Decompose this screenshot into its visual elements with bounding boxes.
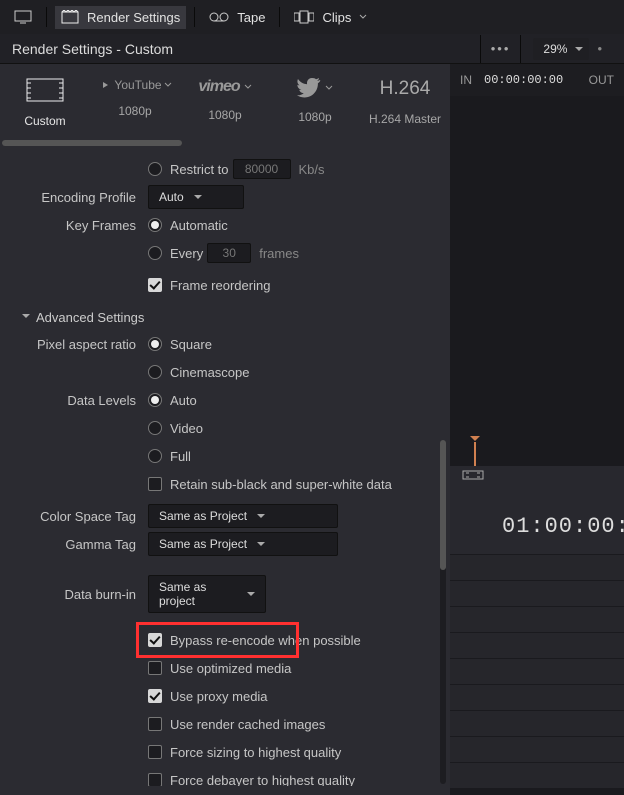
advanced-settings-label: Advanced Settings: [36, 310, 144, 325]
preset-sub: H.264 Master: [369, 112, 441, 126]
track-row[interactable]: [450, 684, 624, 710]
use-render-cached-check[interactable]: [148, 717, 162, 731]
track-row[interactable]: [450, 736, 624, 762]
preset-vimeo[interactable]: vimeo 1080p: [182, 78, 268, 128]
force-sizing-label: Force sizing to highest quality: [170, 745, 341, 760]
settings-scrollbar[interactable]: [440, 440, 446, 784]
more-button[interactable]: •••: [483, 37, 519, 60]
render-settings-label: Render Settings: [87, 10, 180, 25]
zoom-dot: •: [597, 41, 602, 56]
track-row[interactable]: [450, 554, 624, 580]
kf-every-radio[interactable]: [148, 246, 162, 260]
zoom-select[interactable]: 29%: [533, 38, 589, 60]
track-header-icon[interactable]: [462, 468, 492, 485]
preset-sub: 1080p: [298, 110, 331, 124]
data-burnin-select[interactable]: Same as project: [148, 575, 266, 613]
dl-full-label: Full: [170, 449, 191, 464]
color-space-tag-label: Color Space Tag: [8, 509, 148, 524]
kf-automatic-label: Automatic: [170, 218, 228, 233]
data-levels-label: Data Levels: [8, 393, 148, 408]
kf-automatic-radio[interactable]: [148, 218, 162, 232]
track-row[interactable]: [450, 606, 624, 632]
track-row[interactable]: [450, 632, 624, 658]
gamma-tag-select[interactable]: Same as Project: [148, 532, 338, 556]
restrict-to-radio[interactable]: [148, 162, 162, 176]
track-row[interactable]: [450, 762, 624, 788]
dl-video-radio[interactable]: [148, 421, 162, 435]
panel-title: Render Settings - Custom: [12, 41, 478, 57]
preset-label: Custom: [24, 114, 65, 128]
render-settings-tab[interactable]: Render Settings: [55, 6, 186, 29]
tape-tab[interactable]: Tape: [203, 6, 271, 29]
dl-video-label: Video: [170, 421, 203, 436]
preset-h264[interactable]: H.264 H.264 Master: [362, 78, 448, 128]
kf-every-input[interactable]: [207, 243, 251, 263]
par-cinemascope-radio[interactable]: [148, 365, 162, 379]
retain-subblack-check[interactable]: [148, 477, 162, 491]
restrict-to-label: Restrict to: [170, 162, 229, 177]
use-optimized-media-label: Use optimized media: [170, 661, 291, 676]
viewer[interactable]: 01:00:00:00: [450, 96, 624, 795]
playhead[interactable]: [474, 442, 476, 466]
force-debayer-label: Force debayer to highest quality: [170, 773, 355, 787]
encoding-profile-select[interactable]: Auto: [148, 185, 244, 209]
data-burnin-label: Data burn-in: [8, 587, 148, 602]
kbs-unit: Kb/s: [299, 162, 325, 177]
chevron-down-icon: [22, 314, 30, 322]
use-proxy-media-check[interactable]: [148, 689, 162, 703]
dl-auto-label: Auto: [170, 393, 197, 408]
track-row[interactable]: [450, 658, 624, 684]
preset-youtube[interactable]: YouTube 1080p: [92, 78, 178, 128]
use-optimized-media-check[interactable]: [148, 661, 162, 675]
track-row[interactable]: [450, 710, 624, 736]
use-render-cached-label: Use render cached images: [170, 717, 325, 732]
color-space-tag-select[interactable]: Same as Project: [148, 504, 338, 528]
frame-reordering-label: Frame reordering: [170, 278, 270, 293]
key-frames-label: Key Frames: [8, 218, 148, 233]
force-debayer-check[interactable]: [148, 773, 162, 786]
clips-tab[interactable]: Clips: [288, 6, 373, 29]
tape-label: Tape: [237, 10, 265, 25]
chevron-down-icon: [359, 13, 367, 21]
preset-custom[interactable]: Custom: [2, 78, 88, 128]
workspace-icon[interactable]: [8, 6, 38, 28]
retain-subblack-label: Retain sub-black and super-white data: [170, 477, 392, 492]
kf-every-label: Every: [170, 246, 203, 261]
preset-sub: 1080p: [208, 108, 241, 122]
dl-auto-radio[interactable]: [148, 393, 162, 407]
out-label: OUT: [589, 73, 614, 87]
bypass-reencode-check[interactable]: [148, 633, 162, 647]
timeline-timecode[interactable]: 01:00:00:00: [502, 514, 624, 539]
in-label: IN: [460, 73, 472, 87]
advanced-settings-toggle[interactable]: Advanced Settings: [22, 310, 432, 325]
frames-unit: frames: [259, 246, 299, 261]
par-label: Pixel aspect ratio: [8, 337, 148, 352]
clips-label: Clips: [322, 10, 351, 25]
encoding-profile-label: Encoding Profile: [8, 190, 148, 205]
gamma-tag-label: Gamma Tag: [8, 537, 148, 552]
par-square-radio[interactable]: [148, 337, 162, 351]
in-timecode[interactable]: 00:00:00:00: [484, 73, 563, 87]
par-cinemascope-label: Cinemascope: [170, 365, 250, 380]
bypass-reencode-label: Bypass re-encode when possible: [170, 633, 361, 648]
dl-full-radio[interactable]: [148, 449, 162, 463]
use-proxy-media-label: Use proxy media: [170, 689, 268, 704]
force-sizing-check[interactable]: [148, 745, 162, 759]
frame-reordering-check[interactable]: [148, 278, 162, 292]
restrict-to-input[interactable]: [233, 159, 291, 179]
par-square-label: Square: [170, 337, 212, 352]
preset-twitter[interactable]: 1080p: [272, 78, 358, 128]
track-row[interactable]: [450, 580, 624, 606]
preset-label: H.264: [380, 78, 431, 100]
preset-sub: 1080p: [118, 104, 151, 118]
